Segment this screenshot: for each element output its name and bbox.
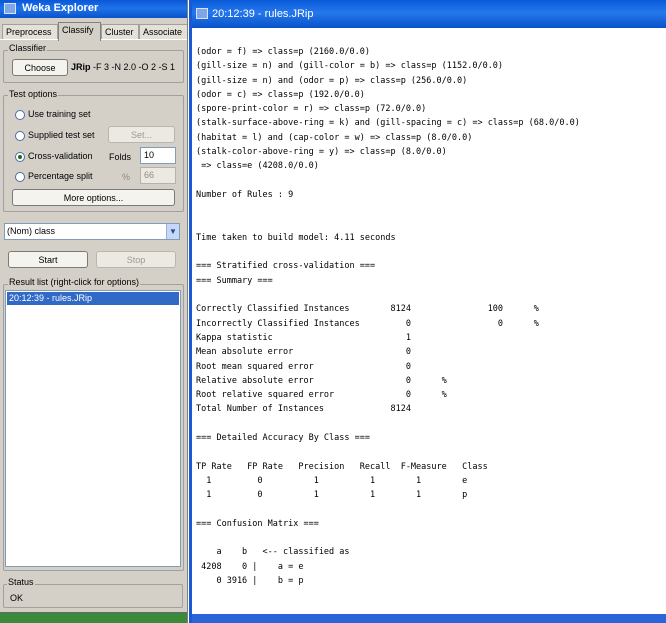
result-list[interactable]: 20:12:39 - rules.JRip	[5, 290, 181, 567]
weka-explorer-window: Weka Explorer Preprocess Classify Cluste…	[0, 0, 188, 623]
output-line: Kappa statistic 1	[196, 332, 411, 343]
use-training-set-label: Use training set	[28, 109, 91, 119]
percentage-split-label: Percentage split	[28, 171, 93, 181]
tab-bar: Preprocess Classify Cluster Associate	[2, 22, 187, 41]
weka-window-icon	[4, 3, 16, 14]
supplied-test-set-radio[interactable]	[15, 130, 25, 141]
tab-cluster[interactable]: Cluster	[101, 24, 139, 40]
cross-validation-option[interactable]: Cross-validation	[15, 151, 93, 162]
supplied-test-set-option[interactable]: Supplied test set	[15, 130, 95, 141]
output-line: === Summary ===	[196, 275, 273, 286]
output-line: (odor = c) => class=p (192.0/0.0)	[196, 89, 365, 100]
start-button[interactable]: Start	[8, 251, 88, 268]
output-line: (stalk-surface-above-ring = k) and (gill…	[196, 118, 580, 129]
output-title: 20:12:39 - rules.JRip	[212, 8, 314, 20]
output-line: Relative absolute error 0 %	[196, 375, 447, 386]
output-line: (spore-print-color = r) => class=p (72.0…	[196, 104, 427, 115]
tab-classify[interactable]: Classify	[58, 22, 101, 41]
output-title-bar: 20:12:39 - rules.JRip	[192, 0, 666, 28]
percent-symbol: %	[122, 172, 131, 182]
classifier-output-window: 20:12:39 - rules.JRip (odor = f) => clas…	[189, 0, 666, 623]
output-line: (habitat = l) and (cap-color = w) => cla…	[196, 132, 473, 143]
output-line: 0 3916 | b = p	[196, 575, 304, 586]
percentage-split-option[interactable]: Percentage split	[15, 171, 93, 182]
explorer-bottom-edge	[0, 612, 187, 623]
stop-button[interactable]: Stop	[96, 251, 176, 268]
output-line: === Confusion Matrix ===	[196, 518, 319, 529]
tab-preprocess[interactable]: Preprocess	[2, 24, 58, 40]
more-options-button[interactable]: More options...	[12, 189, 175, 206]
set-button[interactable]: Set...	[108, 126, 175, 143]
classifier-group-label: Classifier	[8, 43, 48, 53]
chevron-down-icon[interactable]: ▼	[166, 224, 179, 239]
output-line: => class=e (4208.0/0.0)	[196, 161, 319, 172]
classifier-name: JRip	[71, 62, 91, 72]
choose-button[interactable]: Choose	[12, 59, 68, 76]
output-line: (odor = f) => class=p (2160.0/0.0)	[196, 47, 370, 57]
use-training-set-option[interactable]: Use training set	[15, 109, 91, 120]
class-select[interactable]: (Nom) class ▼	[4, 223, 180, 240]
test-options-label: Test options	[8, 89, 59, 99]
cross-validation-radio[interactable]	[15, 151, 25, 162]
result-list-label: Result list (right-click for options)	[8, 277, 141, 287]
output-line: Mean absolute error 0	[196, 347, 411, 358]
explorer-title: Weka Explorer	[22, 2, 99, 14]
output-line: === Detailed Accuracy By Class ===	[196, 433, 370, 444]
output-line: 4208 0 | a = e	[196, 561, 304, 572]
output-line: === Stratified cross-validation ===	[196, 261, 376, 272]
classifier-spec[interactable]: JRip -F 3 -N 2.0 -O 2 -S 1	[71, 62, 183, 72]
output-line: Total Number of Instances 8124	[196, 404, 411, 415]
status-group	[3, 584, 183, 608]
classifier-options: -F 3 -N 2.0 -O 2 -S 1	[93, 62, 176, 72]
output-line: (gill-size = n) and (gill-color = b) => …	[196, 61, 504, 72]
output-line: a b <-- classified as	[196, 547, 350, 558]
output-line: Incorrectly Classified Instances 0 0 %	[196, 318, 539, 329]
percentage-split-radio[interactable]	[15, 171, 25, 182]
output-bottom-edge	[192, 614, 666, 623]
result-list-item[interactable]: 20:12:39 - rules.JRip	[7, 292, 179, 305]
status-text: OK	[10, 593, 24, 603]
output-line: 1 0 1 1 1 p	[196, 490, 468, 501]
output-line: TP Rate FP Rate Precision Recall F-Measu…	[196, 461, 488, 472]
use-training-set-radio[interactable]	[15, 109, 25, 120]
output-window-icon	[196, 8, 208, 19]
explorer-title-bar: Weka Explorer	[0, 0, 187, 18]
output-line: Number of Rules : 9	[196, 189, 294, 200]
cross-validation-label: Cross-validation	[28, 151, 93, 161]
supplied-test-set-label: Supplied test set	[28, 130, 95, 140]
output-line: Time taken to build model: 4.11 seconds	[196, 232, 396, 243]
classifier-output-text[interactable]: (odor = f) => class=p (2160.0/0.0) (gill-…	[196, 45, 662, 588]
output-line: (stalk-color-above-ring = y) => class=p …	[196, 147, 447, 158]
output-line: (gill-size = n) and (odor = p) => class=…	[196, 75, 468, 86]
output-line: Correctly Classified Instances 8124 100 …	[196, 304, 539, 315]
class-select-value: (Nom) class	[7, 226, 56, 236]
status-label: Status	[7, 577, 35, 587]
folds-label: Folds	[109, 152, 132, 162]
output-line: Root mean squared error 0	[196, 361, 411, 372]
tab-associate[interactable]: Associate	[139, 24, 187, 40]
output-line: Root relative squared error 0 %	[196, 390, 447, 401]
output-line: 1 0 1 1 1 e	[196, 475, 468, 486]
folds-field[interactable]: 10	[140, 147, 176, 164]
percentage-field[interactable]: 66	[140, 167, 176, 184]
